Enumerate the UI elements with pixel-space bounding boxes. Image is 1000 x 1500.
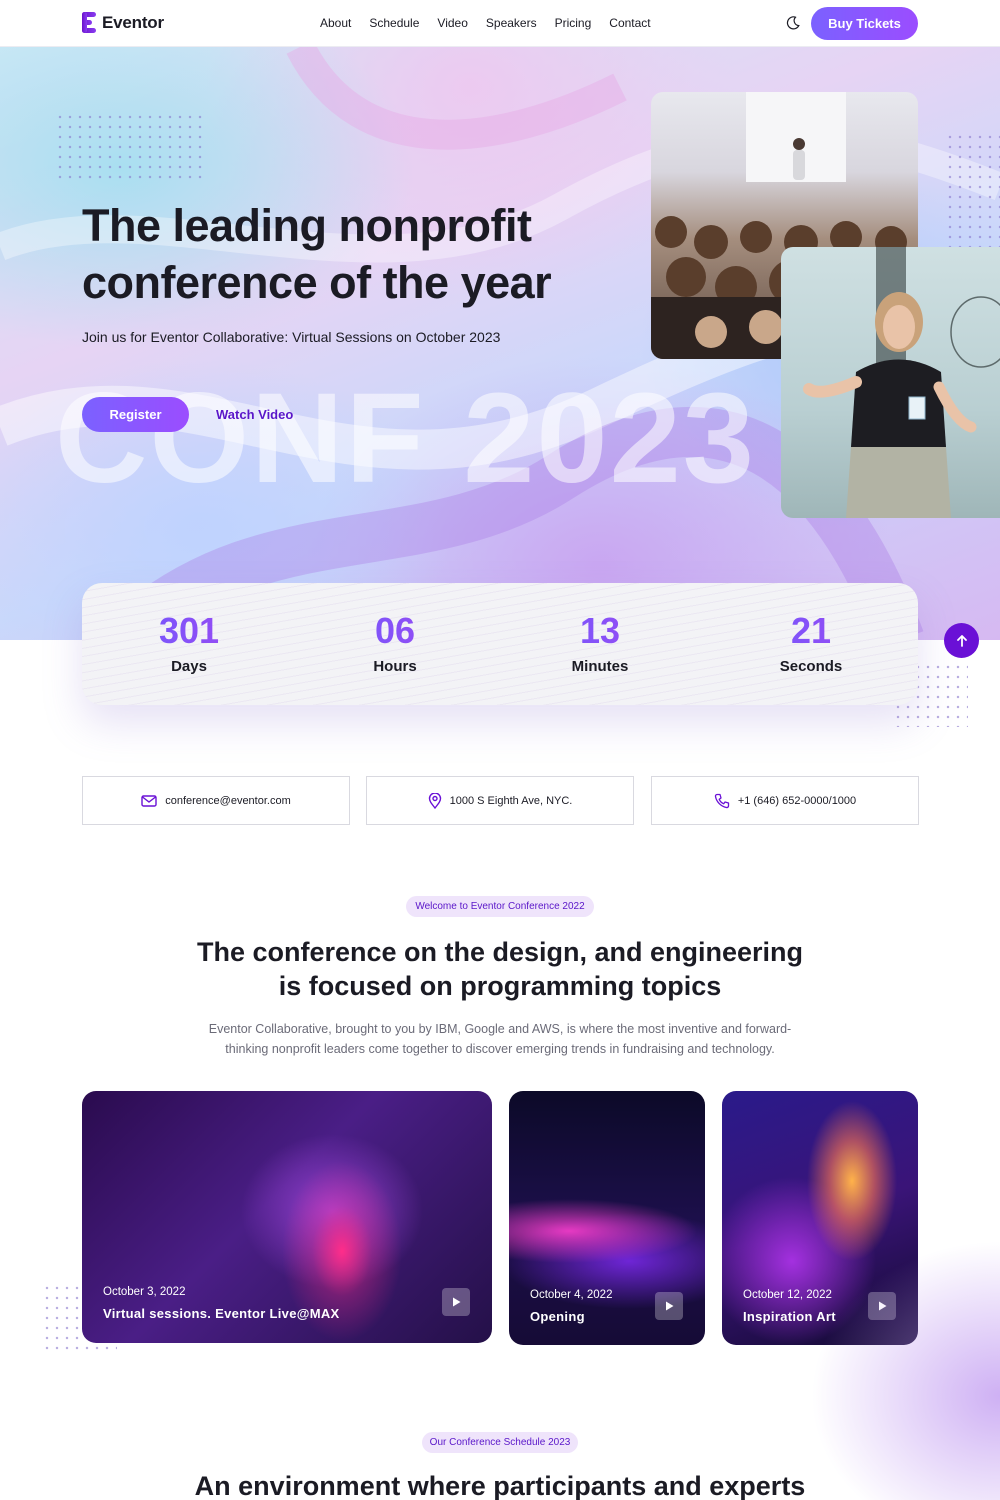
- about-title: The conference on the design, and engine…: [150, 935, 850, 1003]
- main-nav: About Schedule Video Speakers Pricing Co…: [320, 16, 651, 30]
- hero-title: The leading nonprofit conference of the …: [82, 197, 602, 311]
- nav-pricing[interactable]: Pricing: [555, 16, 592, 30]
- logo[interactable]: Eventor: [82, 12, 164, 34]
- scroll-to-top-button[interactable]: [944, 623, 979, 658]
- watch-video-link[interactable]: Watch Video: [216, 407, 293, 422]
- about-title-line1: The conference on the design, and engine…: [196, 937, 804, 967]
- hero-watermark: CONF 2023: [55, 367, 756, 510]
- hero-title-line1: The leading nonprofit: [82, 200, 532, 251]
- speaker-photo: [781, 247, 1000, 518]
- play-video-button[interactable]: [442, 1288, 470, 1316]
- about-description: Eventor Collaborative, brought to you by…: [208, 1022, 792, 1056]
- contact-email-text: conference@eventor.com: [165, 794, 291, 807]
- session-title: Virtual sessions. Eventor Live@MAX: [103, 1306, 340, 1321]
- contact-address-text: 1000 S Eighth Ave, NYC.: [449, 794, 573, 807]
- session-title: Opening: [530, 1309, 585, 1324]
- welcome-badge: Welcome to Eventor Conference 2022: [406, 896, 594, 917]
- countdown-hours-value: 06: [315, 611, 475, 651]
- countdown-seconds-value: 21: [731, 611, 891, 651]
- play-icon: [666, 1301, 674, 1311]
- decor-glow: [810, 1240, 1000, 1500]
- site-header: Eventor About Schedule Video Speakers Pr…: [0, 0, 1000, 47]
- arrow-up-icon: [956, 634, 967, 647]
- countdown-hours: 06 Hours: [315, 611, 475, 676]
- buy-tickets-button[interactable]: Buy Tickets: [811, 7, 918, 40]
- countdown-seconds: 21 Seconds: [731, 611, 891, 676]
- logo-text: Eventor: [102, 13, 164, 32]
- schedule-badge: Our Conference Schedule 2023: [422, 1432, 578, 1453]
- countdown-minutes-label: Minutes: [571, 658, 629, 675]
- logo-icon: [82, 12, 98, 34]
- countdown-hours-label: Hours: [373, 658, 417, 675]
- session-date: October 4, 2022: [530, 1289, 613, 1301]
- countdown-panel: 301 Days 06 Hours 13 Minutes 21 Seconds: [82, 583, 918, 705]
- session-card[interactable]: October 3, 2022 Virtual sessions. Evento…: [82, 1091, 492, 1343]
- contact-phone[interactable]: +1 (646) 652-0000/1000: [651, 776, 919, 825]
- nav-about[interactable]: About: [320, 16, 351, 30]
- play-video-button[interactable]: [655, 1292, 683, 1320]
- contact-address[interactable]: 1000 S Eighth Ave, NYC.: [366, 776, 634, 825]
- contact-phone-text: +1 (646) 652-0000/1000: [737, 794, 857, 807]
- play-icon: [453, 1297, 461, 1307]
- countdown-days-label: Days: [171, 658, 207, 675]
- about-title-line2: is focused on programming topics: [278, 971, 722, 1001]
- phone-icon: [714, 793, 729, 808]
- nav-contact[interactable]: Contact: [609, 16, 650, 30]
- countdown-seconds-label: Seconds: [779, 658, 843, 675]
- decor-dots: [55, 112, 205, 184]
- countdown-minutes: 13 Minutes: [520, 611, 680, 676]
- location-pin-icon: [428, 792, 441, 809]
- mail-icon: [141, 794, 157, 807]
- nav-speakers[interactable]: Speakers: [486, 16, 537, 30]
- nav-schedule[interactable]: Schedule: [369, 16, 419, 30]
- hero-subtitle: Join us for Eventor Collaborative: Virtu…: [82, 329, 501, 345]
- countdown-days-value: 301: [109, 611, 269, 651]
- register-button[interactable]: Register: [82, 397, 189, 432]
- hero-title-line2: conference of the year: [82, 257, 552, 308]
- dark-mode-toggle-icon[interactable]: [785, 15, 801, 31]
- session-date: October 3, 2022: [103, 1286, 186, 1298]
- hero-section: CONF 2023 The leading nonprofit conferen…: [0, 47, 1000, 640]
- contact-email[interactable]: conference@eventor.com: [82, 776, 350, 825]
- countdown-minutes-value: 13: [520, 611, 680, 651]
- session-card[interactable]: October 4, 2022 Opening: [509, 1091, 705, 1345]
- nav-video[interactable]: Video: [437, 16, 467, 30]
- schedule-title: An environment where participants and ex…: [194, 1471, 806, 1500]
- countdown-days: 301 Days: [109, 611, 269, 676]
